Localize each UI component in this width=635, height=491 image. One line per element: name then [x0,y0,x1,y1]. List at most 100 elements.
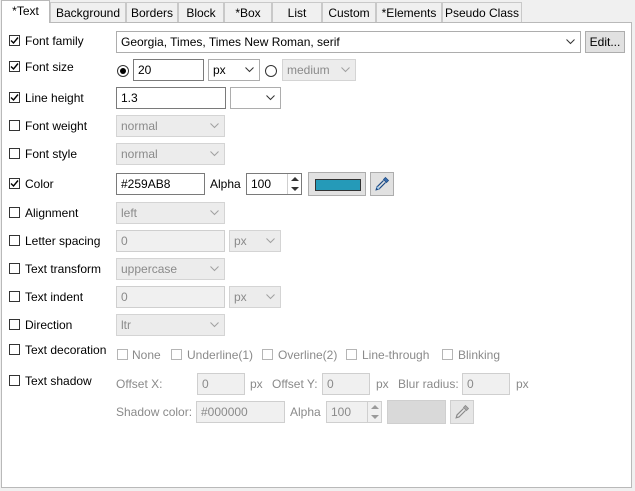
line-height-input[interactable]: 1.3 [116,87,226,109]
decoration-underline-label: Underline(1) [187,348,254,362]
tab-list[interactable]: List [272,2,322,22]
letter-spacing-unit-value: px [234,234,247,248]
font-style-checkbox[interactable] [9,148,20,159]
color-picker-button[interactable] [370,172,394,196]
font-weight-value: normal [121,119,158,133]
alignment-select[interactable]: left [116,202,225,224]
decoration-line-through-checkbox[interactable] [346,349,357,360]
shadow-blur-input[interactable]: 0 [462,373,510,395]
font-style-label: Font style [25,147,78,161]
tab-borders[interactable]: Borders [126,2,178,22]
font-family-label: Font family [25,34,84,48]
text-transform-value: uppercase [121,262,178,276]
color-alpha-spinner[interactable] [287,174,301,194]
font-size-named-radio[interactable] [265,65,277,77]
chevron-down-icon [266,294,275,300]
chevron-down-icon [245,67,254,73]
direction-select[interactable]: ltr [116,314,225,336]
text-indent-unit-select[interactable]: px [229,286,281,308]
shadow-offset-x-unit: px [250,377,263,391]
text-transform-select[interactable]: uppercase [116,258,225,280]
tab-pseudo-class[interactable]: Pseudo Class [442,2,522,22]
color-alpha-label: Alpha [210,177,241,191]
text-decoration-checkbox[interactable] [9,344,20,355]
text-indent-checkbox[interactable] [9,291,20,302]
shadow-alpha-spinner[interactable] [367,402,381,422]
tab-custom[interactable]: Custom [322,2,376,22]
chevron-down-icon [266,238,275,244]
shadow-offset-y-input[interactable]: 0 [322,373,370,395]
decoration-line-through-label: Line-through [362,348,430,362]
color-label: Color [25,177,54,191]
letter-spacing-unit-select[interactable]: px [229,230,281,252]
font-size-checkbox[interactable] [9,61,20,72]
decoration-underline-checkbox[interactable] [171,349,182,360]
color-alpha-value: 100 [251,177,272,191]
text-indent-unit-value: px [234,290,247,304]
line-height-unit-select[interactable] [230,87,281,109]
shadow-offset-y-unit: px [376,377,389,391]
font-size-unit-select[interactable]: px [208,59,260,81]
font-weight-checkbox[interactable] [9,120,20,131]
color-alpha-input[interactable]: 100 [246,173,302,195]
line-height-checkbox[interactable] [9,92,20,103]
tab-background[interactable]: Background [50,2,126,22]
font-size-input[interactable]: 20 [133,59,204,81]
direction-value: ltr [121,318,131,332]
text-transform-checkbox[interactable] [9,263,20,274]
edit-font-family-button[interactable]: Edit... [585,31,625,53]
direction-checkbox[interactable] [9,319,20,330]
line-height-label: Line height [25,91,84,105]
tab-block[interactable]: Block [178,2,224,22]
chevron-down-icon [210,151,219,157]
tab-box[interactable]: *Box [224,2,272,22]
decoration-overline-checkbox[interactable] [262,349,273,360]
alignment-checkbox[interactable] [9,207,20,218]
decoration-overline-label: Overline(2) [278,348,338,362]
text-shadow-label: Text shadow [25,374,92,388]
chevron-down-icon [210,322,219,328]
alignment-label: Alignment [25,206,79,220]
tab-elements[interactable]: *Elements [376,2,442,22]
shadow-alpha-input[interactable]: 100 [326,401,382,423]
letter-spacing-checkbox[interactable] [9,235,20,246]
color-checkbox[interactable] [9,178,20,189]
letter-spacing-label: Letter spacing [25,234,101,248]
shadow-color-picker-button[interactable] [450,400,474,424]
shadow-blur-label: Blur radius: [398,377,459,391]
font-size-value-radio[interactable] [117,65,129,77]
letter-spacing-input[interactable]: 0 [116,230,225,252]
font-weight-label: Font weight [25,119,88,133]
shadow-offset-y-label: Offset Y: [272,377,318,391]
font-family-select[interactable]: Georgia, Times, Times New Roman, serif [116,31,581,53]
shadow-blur-unit: px [516,377,529,391]
font-style-select[interactable]: normal [116,143,225,165]
shadow-color-input[interactable]: #000000 [196,401,285,423]
color-swatch-button[interactable] [308,172,366,196]
eyedropper-icon [455,404,470,419]
eyedropper-icon [375,176,390,191]
shadow-color-label: Shadow color: [116,405,193,419]
color-hex-input[interactable]: #259AB8 [116,173,205,195]
decoration-none-checkbox[interactable] [117,349,128,360]
font-style-value: normal [121,147,158,161]
chevron-down-icon [566,39,575,45]
shadow-alpha-label: Alpha [290,405,321,419]
font-weight-select[interactable]: normal [116,115,225,137]
shadow-offset-x-input[interactable]: 0 [197,373,245,395]
decoration-none-label: None [132,348,161,362]
tab-text[interactable]: *Text [1,0,50,23]
text-transform-label: Text transform [25,262,102,276]
alignment-value: left [121,206,138,220]
font-size-named-select[interactable]: medium [282,59,356,81]
font-family-checkbox[interactable] [9,35,20,46]
font-size-unit-value: px [213,63,226,77]
shadow-color-swatch-button[interactable] [387,400,446,424]
text-indent-input[interactable]: 0 [116,286,225,308]
text-shadow-checkbox[interactable] [9,375,20,386]
direction-label: Direction [25,318,73,332]
text-decoration-label: Text decoration [25,343,107,357]
shadow-offset-x-label: Offset X: [116,377,163,391]
shadow-alpha-value: 100 [331,405,352,419]
decoration-blinking-checkbox[interactable] [442,349,453,360]
